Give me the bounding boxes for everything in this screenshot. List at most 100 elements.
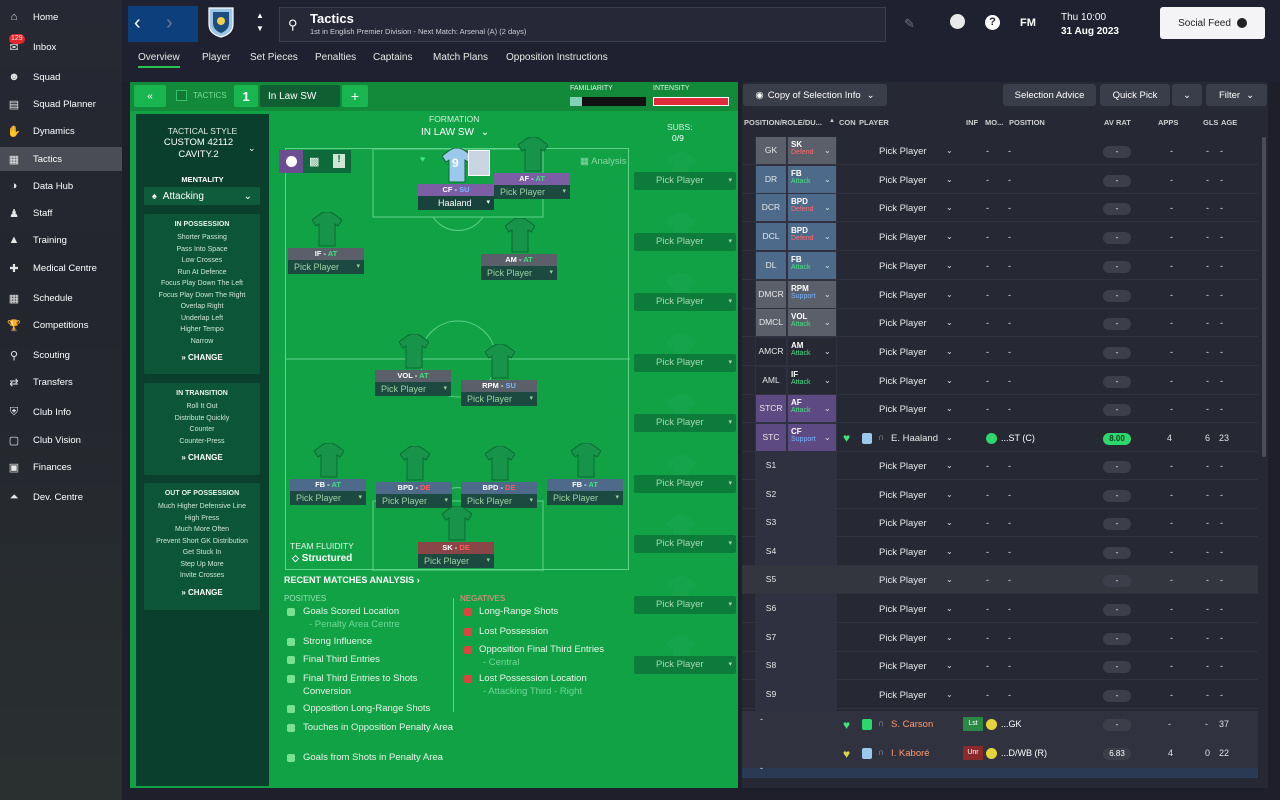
chevron-down-icon[interactable]: ⌄: [946, 290, 953, 299]
sub-slot[interactable]: Pick Player ▾: [634, 293, 736, 311]
sidebar-item-squad[interactable]: ☻ Squad: [0, 65, 122, 89]
chevron-down-icon[interactable]: ⌄: [946, 690, 953, 699]
add-tactic-button[interactable]: +: [342, 85, 368, 107]
sidebar-item-dev-centre[interactable]: ⏶ Dev. Centre: [0, 485, 122, 509]
forward-arrow-icon[interactable]: ›: [166, 12, 173, 35]
chevron-down-icon[interactable]: ⌄: [946, 146, 953, 155]
sidebar-item-scouting[interactable]: ⚲ Scouting: [0, 343, 122, 367]
sidebar-item-finances[interactable]: ▣ Finances: [0, 455, 122, 479]
chevron-down-icon[interactable]: ⌄: [946, 433, 953, 442]
quick-pick-button[interactable]: Quick Pick: [1100, 84, 1170, 106]
player-slot[interactable]: SK - DE Pick Player ▾: [418, 542, 494, 570]
filter-button[interactable]: Filter ⌄: [1206, 84, 1267, 106]
player-shirt-icon[interactable]: [399, 445, 431, 482]
chevron-down-icon[interactable]: ⌄: [824, 232, 831, 241]
table-row[interactable]: [742, 624, 1258, 652]
chevron-down-icon[interactable]: ⌄: [946, 518, 953, 527]
column-header[interactable]: INF: [966, 118, 978, 127]
player-slot[interactable]: CF - SU Haaland ▾: [418, 184, 494, 212]
alert-icon[interactable]: !: [333, 154, 345, 168]
column-header[interactable]: APPS: [1158, 118, 1178, 127]
chevron-down-icon[interactable]: ⌄: [946, 604, 953, 613]
table-row[interactable]: [742, 652, 1258, 681]
person-view-button[interactable]: [279, 150, 303, 173]
table-row[interactable]: [742, 566, 1258, 595]
chevron-down-icon[interactable]: ⌄: [946, 376, 953, 385]
sidebar-item-tactics[interactable]: ▦ Tactics: [0, 147, 122, 171]
sub-slot[interactable]: Pick Player ▾: [634, 474, 736, 493]
chevron-down-icon[interactable]: ⌄: [824, 203, 831, 212]
chevron-down-icon[interactable]: ⌄: [946, 633, 953, 642]
chevron-down-icon[interactable]: ⌄: [946, 175, 953, 184]
sidebar-item-medical-centre[interactable]: ✚ Medical Centre: [0, 256, 122, 280]
sidebar-item-competitions[interactable]: 🏆 Competitions: [0, 313, 122, 337]
player-slot[interactable]: AF - AT Pick Player ▾: [494, 173, 570, 201]
table-row[interactable]: [742, 595, 1258, 623]
chevron-down-icon[interactable]: ⌄: [824, 261, 831, 270]
pick-player[interactable]: Pick Player: [879, 318, 927, 329]
mentality-dropdown[interactable]: ♠ Attacking ⌄: [144, 187, 260, 205]
sidebar-item-squad-planner[interactable]: ▤ Squad Planner: [0, 92, 122, 116]
player-shirt-icon[interactable]: [311, 211, 343, 248]
pick-player[interactable]: Pick Player: [879, 376, 927, 387]
quick-pick-dropdown[interactable]: ⌄: [1172, 84, 1202, 106]
selection-advice-button[interactable]: Selection Advice: [1003, 84, 1096, 106]
help-icon[interactable]: ?: [985, 15, 1000, 30]
sidebar-item-inbox[interactable]: ✉ 129 Inbox: [0, 34, 122, 59]
caret-down-icon[interactable]: ▼: [256, 24, 264, 33]
pick-player[interactable]: Pick Player: [879, 146, 927, 157]
analysis-button[interactable]: ▦ Analysis: [580, 156, 626, 167]
player-slot[interactable]: FB - AT Pick Player ▾: [547, 479, 623, 507]
player-portrait[interactable]: [468, 150, 490, 176]
tactical-style-name[interactable]: CUSTOM 42112 CAVITY.2: [136, 137, 261, 161]
column-header[interactable]: POSITION: [1009, 118, 1045, 127]
tab-match-plans[interactable]: Match Plans: [433, 52, 488, 63]
sub-slot[interactable]: Pick Player ▾: [634, 656, 736, 674]
pick-player[interactable]: Pick Player: [879, 490, 927, 501]
chevron-down-icon[interactable]: ⌄: [824, 290, 831, 299]
pick-player[interactable]: Pick Player: [879, 547, 927, 558]
chevron-down-icon[interactable]: ⌄: [824, 318, 831, 327]
social-feed-button[interactable]: Social Feed: [1160, 7, 1265, 39]
sidebar-item-home[interactable]: ⌂ Home: [0, 5, 122, 29]
out-of-possession-change-button[interactable]: » CHANGE: [144, 588, 260, 597]
pick-player[interactable]: Pick Player: [879, 575, 927, 586]
pick-player[interactable]: Pick Player: [879, 290, 927, 301]
tab-penalties[interactable]: Penalties: [315, 52, 356, 63]
chevron-down-icon[interactable]: ⌄: [824, 376, 831, 385]
tab-player[interactable]: Player: [202, 52, 230, 63]
sidebar-item-staff[interactable]: ♟ Staff: [0, 201, 122, 225]
tab-opposition-instructions[interactable]: Opposition Instructions: [506, 52, 608, 63]
player-shirt-icon[interactable]: [504, 217, 536, 254]
chevron-down-icon[interactable]: ⌄: [946, 203, 953, 212]
player-shirt-icon[interactable]: [398, 333, 430, 370]
tab-overview[interactable]: Overview: [138, 52, 180, 68]
tactic-name-dropdown[interactable]: In Law SW: [260, 85, 340, 107]
pick-player[interactable]: Pick Player: [879, 604, 927, 615]
column-header[interactable]: MO...: [985, 118, 1003, 127]
chevron-down-icon[interactable]: ⌄: [946, 575, 953, 584]
caret-up-icon[interactable]: ▲: [256, 11, 264, 20]
collapse-button[interactable]: «: [134, 85, 166, 107]
pick-player[interactable]: Pick Player: [879, 461, 927, 472]
player-slot[interactable]: FB - AT Pick Player ▾: [290, 479, 366, 507]
pick-player[interactable]: Pick Player: [879, 232, 927, 243]
pick-player[interactable]: Pick Player: [879, 261, 927, 272]
chevron-down-icon[interactable]: ⌄: [946, 261, 953, 270]
sidebar-item-schedule[interactable]: ▦ Schedule: [0, 286, 122, 310]
player-slot[interactable]: BPD - DE Pick Player ▾: [461, 482, 537, 510]
sidebar-item-training[interactable]: ▲ Training: [0, 228, 122, 252]
recent-matches-heading[interactable]: RECENT MATCHES ANALYSIS ›: [284, 575, 420, 585]
chevron-down-icon[interactable]: ⌄: [824, 175, 831, 184]
tab-set-pieces[interactable]: Set Pieces: [250, 52, 298, 63]
pick-player[interactable]: Pick Player: [879, 690, 927, 701]
in-possession-change-button[interactable]: » CHANGE: [144, 353, 260, 362]
back-arrow-icon[interactable]: ‹: [134, 12, 141, 35]
sidebar-item-dynamics[interactable]: ✋ Dynamics: [0, 119, 122, 143]
table-row[interactable]: [742, 481, 1258, 509]
sub-slot[interactable]: Pick Player ▾: [634, 172, 736, 190]
player-shirt-icon[interactable]: [517, 136, 549, 173]
chevron-down-icon[interactable]: ⌄: [946, 461, 953, 470]
pick-player[interactable]: Pick Player: [879, 404, 927, 415]
team-fluidity-value[interactable]: ◇ Structured: [292, 553, 352, 564]
